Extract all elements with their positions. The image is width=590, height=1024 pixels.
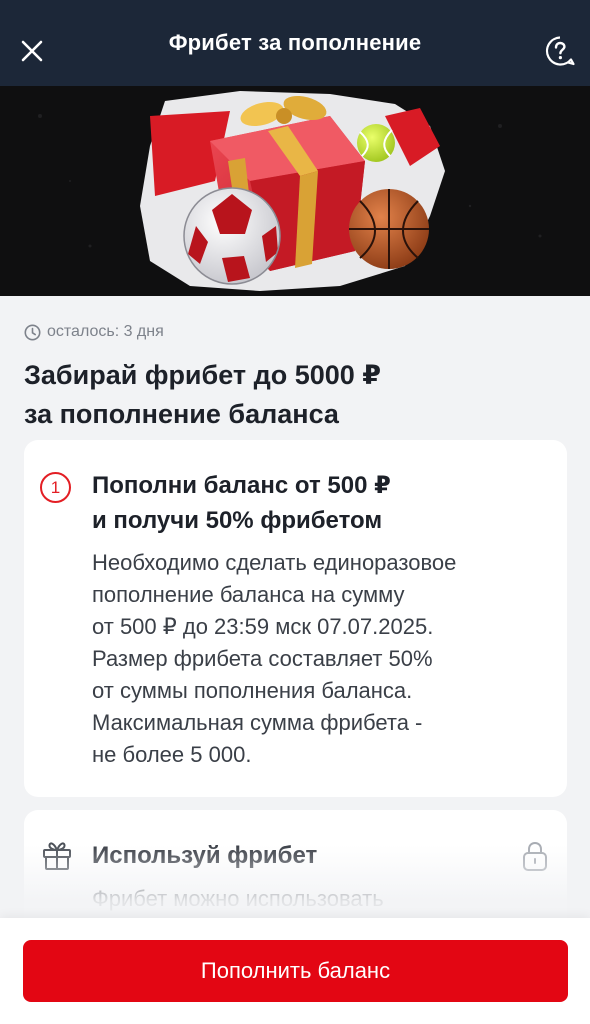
step-card-topup: 1 Пополни баланс от 500 ₽ и получи 50% ф… xyxy=(24,440,567,797)
step-title: Используй фрибет xyxy=(92,842,318,869)
clock-icon xyxy=(24,324,41,340)
promo-banner xyxy=(0,86,590,296)
close-icon[interactable] xyxy=(20,39,44,63)
promo-headline-line: за пополнение баланса xyxy=(24,399,339,429)
step-title: Пополни баланс от 500 ₽ и получи 50% фри… xyxy=(92,468,552,538)
lock-icon xyxy=(523,841,547,871)
bottom-action-bar: Пополнить баланс xyxy=(0,918,590,1024)
top-up-balance-button[interactable]: Пополнить баланс xyxy=(23,940,568,1002)
step-description-line: пополнение баланса на сумму xyxy=(92,582,405,607)
step-description: Фрибет можно использовать xyxy=(92,886,384,911)
step-description-line: Максимальная сумма фрибета - xyxy=(92,710,423,735)
step-description-line: не более 5 000. xyxy=(92,742,252,767)
page-title: Фрибет за пополнение xyxy=(168,30,422,55)
top-bar: Фрибет за пополнение xyxy=(0,0,590,86)
step-number-badge: 1 xyxy=(40,472,71,503)
step-description: Необходимо сделать единоразовое пополнен… xyxy=(92,547,552,771)
step-title-line: и получи 50% фрибетом xyxy=(92,507,383,534)
time-remaining: осталось: 3 дня xyxy=(24,321,164,343)
help-icon[interactable] xyxy=(544,35,576,67)
promo-headline: Забирай фрибет до 5000 ₽ за пополнение б… xyxy=(24,356,564,434)
step-description-line: от суммы пополнения баланса. xyxy=(92,678,413,703)
step-description-line: от 500 ₽ до 23:59 мск 07.07.2025. xyxy=(92,614,434,639)
gift-icon xyxy=(43,842,71,870)
step-title-line: Пополни баланс от 500 ₽ xyxy=(92,472,391,499)
time-remaining-label: осталось: 3 дня xyxy=(47,323,164,340)
promo-headline-line: Забирай фрибет до 5000 ₽ xyxy=(24,360,382,390)
promo-banner-image xyxy=(0,86,590,296)
step-description-line: Необходимо сделать единоразовое xyxy=(92,550,457,575)
step-description-line: Размер фрибета составляет 50% xyxy=(92,646,433,671)
